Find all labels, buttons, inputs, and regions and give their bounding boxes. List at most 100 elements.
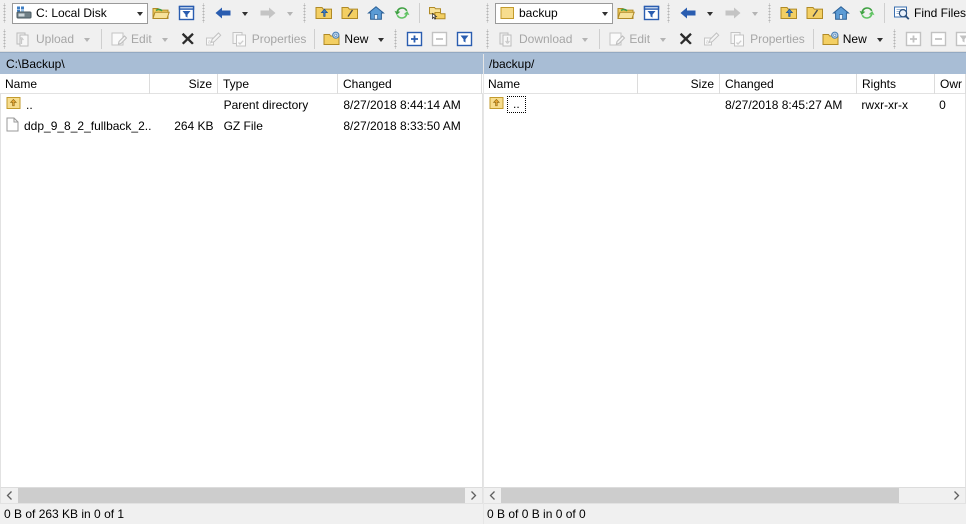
- scroll-right-arrow-icon[interactable]: [948, 488, 965, 503]
- local-back-dropdown[interactable]: [236, 2, 255, 24]
- delete-button[interactable]: [175, 28, 201, 50]
- remote-forward-dropdown: [746, 2, 765, 24]
- toolbar-grip[interactable]: [666, 3, 673, 23]
- scroll-right-arrow-icon[interactable]: [465, 488, 482, 503]
- remote-panel: backup Find Files Download Edit a Proper…: [483, 0, 966, 524]
- local-path-bar[interactable]: C:\Backup\: [0, 52, 483, 74]
- find-files-button[interactable]: Find Files: [889, 2, 966, 24]
- remote-root-directory-button[interactable]: [802, 2, 828, 24]
- local-status-text: 0 B of 263 KB in 0 of 1: [4, 507, 125, 521]
- filter-icon: [643, 5, 660, 21]
- local-root-directory-button[interactable]: [337, 2, 363, 24]
- selection-filter-button[interactable]: [452, 28, 477, 50]
- edit-dropdown: [156, 28, 175, 50]
- toolbar-grip[interactable]: [767, 3, 774, 23]
- local-header-size[interactable]: Size: [150, 74, 218, 94]
- local-back-button[interactable]: [210, 2, 236, 24]
- remote-filter-button[interactable]: [639, 2, 664, 24]
- toolbar-grip[interactable]: [302, 3, 309, 23]
- rename-button: a: [201, 28, 227, 50]
- local-hscroll-thumb[interactable]: [18, 488, 465, 503]
- remote-edit-dropdown: [654, 28, 673, 50]
- remote-path-bar[interactable]: /backup/: [483, 52, 966, 74]
- toolbar-separator: [314, 28, 316, 49]
- toolbar-separator: [101, 28, 103, 49]
- minus-box-icon: [432, 31, 448, 46]
- remote-header-name[interactable]: Name: [483, 74, 638, 94]
- scroll-left-arrow-icon[interactable]: [484, 488, 501, 503]
- delete-x-icon: [181, 32, 194, 45]
- upload-dropdown: [78, 28, 97, 50]
- remote-path-text: /backup/: [489, 56, 535, 71]
- remote-hscrollbar[interactable]: [483, 487, 966, 504]
- remote-status-text: 0 B of 0 B in 0 of 0: [487, 507, 586, 521]
- remote-new-dropdown[interactable]: [871, 28, 890, 50]
- new-folder-icon: [822, 31, 839, 45]
- new-dropdown[interactable]: [372, 28, 391, 50]
- remote-parent-directory-button[interactable]: [776, 2, 802, 24]
- remote-rename-button: a: [699, 28, 725, 50]
- remote-hscroll-thumb[interactable]: [501, 488, 899, 503]
- remote-directory-combo[interactable]: backup: [495, 2, 613, 24]
- table-row[interactable]: .. Parent directory 8/27/2018 8:44:14 AM: [1, 94, 482, 115]
- remote-header-rights[interactable]: Rights: [857, 74, 935, 94]
- toolbar-grip[interactable]: [2, 28, 9, 49]
- remote-edit-label: Edit: [629, 31, 651, 46]
- plus-box-icon: [905, 31, 921, 46]
- remote-new-button[interactable]: New: [818, 28, 871, 50]
- toolbar-grip[interactable]: [891, 28, 899, 49]
- edit-pencil-icon: [111, 32, 128, 45]
- remote-back-button[interactable]: [675, 2, 701, 24]
- local-hscroll-track[interactable]: [18, 488, 465, 503]
- local-filter-button[interactable]: [174, 2, 199, 24]
- remote-hscroll-track[interactable]: [501, 488, 948, 503]
- remote-home-directory-button[interactable]: [828, 2, 854, 24]
- local-column-headers: Name Size Type Changed: [0, 74, 483, 94]
- table-row[interactable]: .. 8/27/2018 8:45:27 AM rwxr-xr-x 0: [484, 94, 965, 115]
- local-header-name[interactable]: Name: [0, 74, 150, 94]
- local-home-directory-button[interactable]: [363, 2, 389, 24]
- remote-directory-dropdown[interactable]: [598, 4, 612, 23]
- local-header-changed[interactable]: Changed: [338, 74, 482, 94]
- remote-back-dropdown[interactable]: [701, 2, 720, 24]
- remote-header-owner[interactable]: Owr: [935, 74, 966, 94]
- remote-refresh-button[interactable]: [854, 2, 880, 24]
- toolbar-grip[interactable]: [485, 28, 492, 49]
- folder-root-icon: [341, 7, 358, 19]
- local-status-bar: 0 B of 263 KB in 0 of 1: [0, 504, 483, 524]
- toolbar-grip[interactable]: [201, 3, 208, 23]
- toolbar-grip[interactable]: [2, 3, 9, 23]
- home-icon: [832, 6, 850, 20]
- local-open-in-explorer-button[interactable]: [424, 2, 450, 24]
- new-button[interactable]: New: [319, 28, 372, 50]
- local-header-type[interactable]: Type: [218, 74, 338, 94]
- table-row[interactable]: ddp_9_8_2_fullback_2... 264 KB GZ File 8…: [1, 115, 482, 136]
- local-refresh-button[interactable]: [389, 2, 415, 24]
- local-open-directory-button[interactable]: [148, 2, 174, 24]
- local-row0-name: ..: [1, 94, 151, 115]
- remote-header-size[interactable]: Size: [638, 74, 720, 94]
- local-directory-dropdown[interactable]: [133, 4, 147, 23]
- local-row0-size: [151, 94, 219, 115]
- select-files-button[interactable]: [402, 28, 427, 50]
- minus-box-icon: [930, 31, 946, 46]
- remote-delete-button[interactable]: [673, 28, 699, 50]
- toolbar-grip[interactable]: [393, 28, 401, 49]
- local-toolbar-actions: Upload Edit a Properties New: [0, 26, 483, 52]
- unselect-files-button: [427, 28, 452, 50]
- toolbar-grip[interactable]: [485, 3, 492, 23]
- scroll-left-arrow-icon[interactable]: [1, 488, 18, 503]
- remote-open-directory-button[interactable]: [613, 2, 639, 24]
- local-panel: C: Local Disk Upload Edit a Properties N…: [0, 0, 483, 524]
- download-label: Download: [519, 31, 573, 46]
- local-parent-directory-button[interactable]: [311, 2, 337, 24]
- properties-icon: [730, 31, 745, 46]
- panel-divider[interactable]: [483, 54, 484, 524]
- remote-file-list[interactable]: .. 8/27/2018 8:45:27 AM rwxr-xr-x 0: [483, 94, 966, 487]
- folder-up-icon: [315, 7, 332, 19]
- local-hscrollbar[interactable]: [0, 487, 483, 504]
- folder-root-icon: [806, 7, 823, 19]
- remote-header-changed[interactable]: Changed: [720, 74, 857, 94]
- local-directory-combo[interactable]: C: Local Disk: [12, 2, 148, 24]
- local-file-list[interactable]: .. Parent directory 8/27/2018 8:44:14 AM: [0, 94, 483, 487]
